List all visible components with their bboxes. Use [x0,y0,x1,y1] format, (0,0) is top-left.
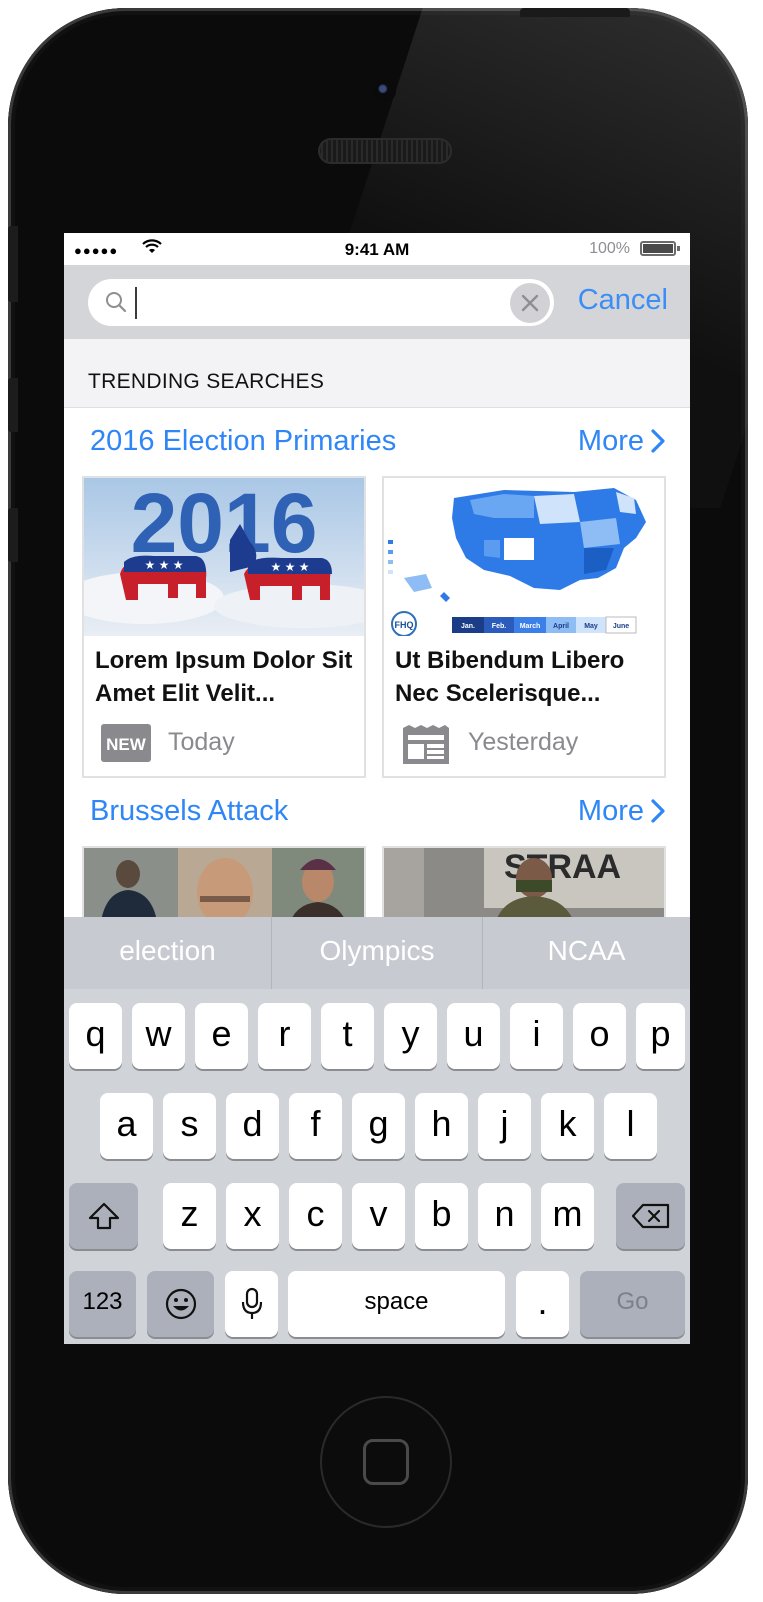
chevron-right-icon[interactable] [650,428,666,454]
earpiece-speaker [318,138,452,164]
legend-month: March [520,623,541,630]
suggestion-bar: election Olympics NCAA [64,917,690,989]
space-key[interactable]: space [288,1271,505,1337]
suggestion-item[interactable]: election [64,917,271,989]
key-r[interactable]: r [258,1003,311,1069]
suggestion-item[interactable]: Olympics [272,917,482,989]
clear-button[interactable] [510,283,550,323]
search-bar: Cancel [64,265,690,339]
sleep-button [520,8,630,17]
key-b[interactable]: b [415,1183,468,1249]
card-image-brussels: STRAA [384,848,664,928]
card-time: Yesterday [468,728,579,756]
key-y[interactable]: y [384,1003,437,1069]
mute-switch [8,226,18,302]
dictation-key[interactable] [225,1271,278,1337]
key-x[interactable]: x [226,1183,279,1249]
home-square-icon [363,1439,409,1485]
search-icon [106,292,127,313]
card-headline: Lorem Ipsum Dolor Sit Amet Elit Velit... [95,647,353,707]
shift-icon [88,1202,119,1230]
battery-icon [640,241,680,256]
card-image-us-map: FHQ Jan. Feb. March April May June [384,478,664,636]
key-p[interactable]: p [636,1003,685,1069]
battery-percent: 100% [589,240,630,257]
more-link-election[interactable]: More [578,425,644,458]
cancel-button[interactable]: Cancel [578,284,668,317]
front-camera [374,80,396,102]
key-o[interactable]: o [573,1003,626,1069]
microphone-icon [241,1287,262,1319]
card-image-suspects [84,848,364,928]
key-s[interactable]: s [163,1093,216,1159]
key-l[interactable]: l [604,1093,657,1159]
key-n[interactable]: n [478,1183,531,1249]
card-time: Today [168,728,235,756]
key-q[interactable]: q [69,1003,122,1069]
trending-header: TRENDING SEARCHES [64,339,690,408]
go-key[interactable]: Go [580,1271,685,1337]
keyboard: election Olympics NCAA q w e r t y u i o… [64,917,690,1344]
emoji-icon [165,1288,196,1320]
trending-label: TRENDING SEARCHES [88,370,325,393]
newspaper-icon [401,724,451,764]
news-card[interactable]: FHQ Jan. Feb. March April May June Ut Bi… [382,476,666,778]
suggestion-item[interactable]: NCAA [483,917,690,989]
card-image-2016: 2016 ★ ★ ★ ★ ★ ★ [84,478,364,636]
key-c[interactable]: c [289,1183,342,1249]
key-d[interactable]: d [226,1093,279,1159]
delete-key[interactable] [616,1183,685,1249]
screen: ●●●●● 9:41 AM 100% Cancel TRENDING SEARC… [64,233,690,1344]
chevron-right-icon[interactable] [650,798,666,824]
key-f[interactable]: f [289,1093,342,1159]
search-input[interactable] [140,285,494,321]
card-headline: Ut Bibendum Libero Nec Scelerisque... [395,647,625,707]
key-h[interactable]: h [415,1093,468,1159]
news-card[interactable]: 2016 ★ ★ ★ ★ ★ ★ Lorem Ipsum Dolor Sit A… [82,476,366,778]
key-v[interactable]: v [352,1183,405,1249]
fhq-logo-text: FHQ [395,620,414,630]
legend-month: Jan. [461,623,475,630]
legend-month: Feb. [492,623,506,630]
legend-month: April [553,623,569,630]
status-bar: ●●●●● 9:41 AM 100% [64,233,690,265]
emoji-key[interactable] [147,1271,214,1337]
section-title-election[interactable]: 2016 Election Primaries [90,425,396,458]
key-w[interactable]: w [132,1003,185,1069]
section-title-brussels[interactable]: Brussels Attack [90,795,288,828]
home-button[interactable] [320,1396,452,1528]
period-key[interactable]: . [516,1271,569,1337]
svg-text:★ ★ ★: ★ ★ ★ [271,560,310,574]
key-m[interactable]: m [541,1183,594,1249]
new-badge-icon: NEW [101,724,151,762]
clear-icon [521,294,539,312]
backspace-icon [631,1203,669,1229]
legend-month: June [613,623,629,630]
search-field[interactable] [88,279,554,326]
news-card[interactable]: STRAA [382,846,666,928]
volume-down-button [8,508,18,562]
shift-key[interactable] [69,1183,138,1249]
key-e[interactable]: e [195,1003,248,1069]
more-link-brussels[interactable]: More [578,795,644,828]
key-a[interactable]: a [100,1093,153,1159]
key-i[interactable]: i [510,1003,563,1069]
key-u[interactable]: u [447,1003,500,1069]
key-z[interactable]: z [163,1183,216,1249]
numbers-key[interactable]: 123 [69,1271,136,1337]
key-k[interactable]: k [541,1093,594,1159]
key-j[interactable]: j [478,1093,531,1159]
svg-text:★ ★ ★: ★ ★ ★ [145,558,184,572]
badge-text: NEW [106,735,147,754]
volume-up-button [8,378,18,432]
key-g[interactable]: g [352,1093,405,1159]
legend-month: May [584,623,598,630]
text-cursor [135,287,137,319]
news-card[interactable] [82,846,366,928]
key-t[interactable]: t [321,1003,374,1069]
